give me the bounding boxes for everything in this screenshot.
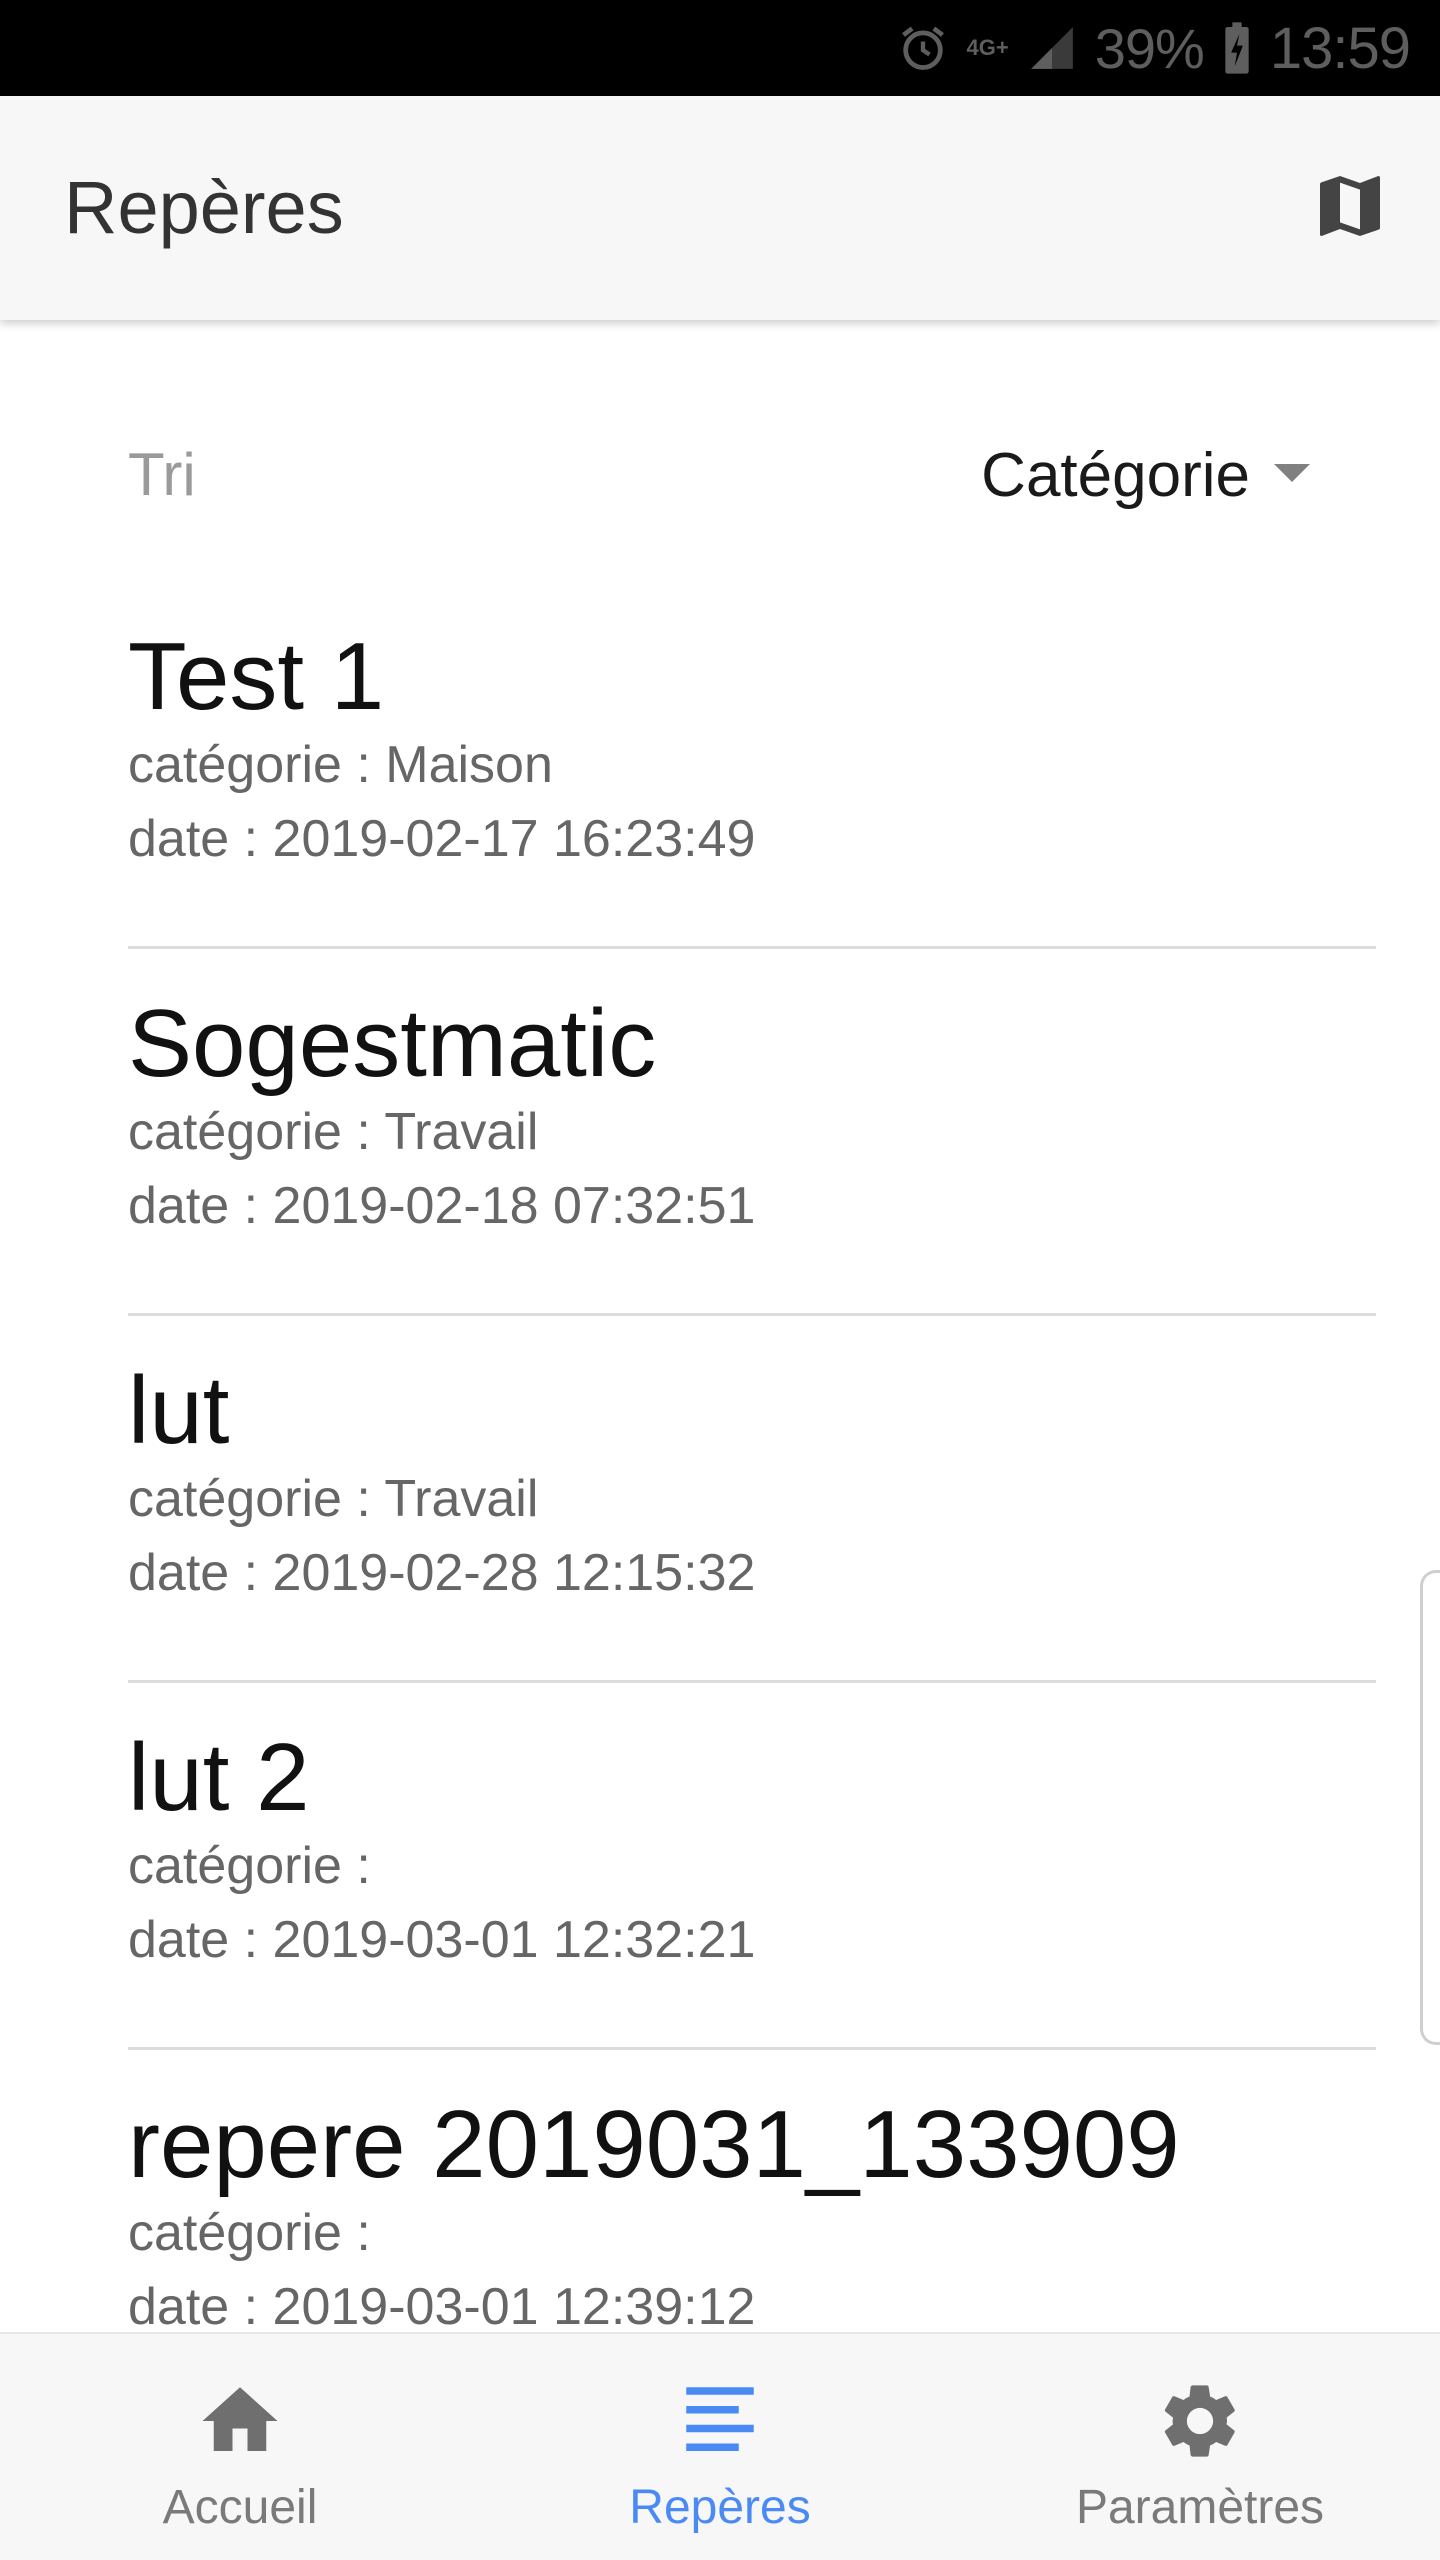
alarm-icon <box>897 22 949 74</box>
nav-item-accueil[interactable]: Accueil <box>0 2334 480 2560</box>
item-title: Sogestmatic <box>128 990 657 1097</box>
nav-item-reperes[interactable]: Repères <box>480 2334 960 2560</box>
battery-charging-icon <box>1222 20 1252 76</box>
sort-row: Tri Catégorie <box>128 430 1312 520</box>
nav-label: Paramètres <box>1075 2481 1325 2534</box>
item-title: repere 2019031_133909 <box>128 2091 1180 2198</box>
list-item[interactable]: repere 2019031_133909 catégorie : date :… <box>128 2050 1376 2332</box>
home-icon <box>195 2376 285 2471</box>
item-category: catégorie : Travail <box>128 1103 539 1161</box>
list-item[interactable]: lut 2 catégorie : date : 2019-03-01 12:3… <box>128 1683 1376 2050</box>
item-category: catégorie : <box>128 1837 371 1895</box>
signal-icon <box>1027 23 1077 73</box>
sort-selected-value: Catégorie <box>981 440 1250 510</box>
nav-label: Accueil <box>162 2481 318 2534</box>
item-category: catégorie : Travail <box>128 1470 539 1528</box>
map-icon <box>1310 166 1390 251</box>
app-bar: Repères <box>0 96 1440 320</box>
page-title: Repères <box>64 166 344 249</box>
nav-label: Repères <box>629 2481 811 2534</box>
item-title: Test 1 <box>128 623 385 730</box>
item-date: date : 2019-03-01 12:39:12 <box>128 2278 756 2332</box>
item-date: date : 2019-02-18 07:32:51 <box>128 1177 756 1235</box>
status-bar: 4G+ 39% 13:59 <box>0 0 1440 96</box>
bottom-navigation: Accueil Repères Paramètres <box>0 2332 1440 2560</box>
item-title: lut <box>128 1357 230 1464</box>
sort-label: Tri <box>128 441 196 508</box>
network-type-label: 4G+ <box>966 35 1009 60</box>
item-date: date : 2019-02-17 16:23:49 <box>128 810 756 868</box>
item-title: lut 2 <box>128 1724 310 1831</box>
repere-list: Test 1 catégorie : Maison date : 2019-02… <box>128 582 1376 2332</box>
battery-percent: 39% <box>1094 16 1205 80</box>
clock: 13:59 <box>1269 15 1411 81</box>
dropdown-arrow-icon <box>1272 461 1312 490</box>
status-icons: 4G+ 39% 13:59 <box>897 0 1411 96</box>
list-icon <box>675 2376 765 2471</box>
network-type-icon: 4G+ <box>966 35 1009 60</box>
sort-dropdown[interactable]: Catégorie <box>981 430 1312 520</box>
map-button[interactable] <box>1300 158 1400 258</box>
list-item[interactable]: lut catégorie : Travail date : 2019-02-2… <box>128 1316 1376 1683</box>
list-item[interactable]: Test 1 catégorie : Maison date : 2019-02… <box>128 582 1376 949</box>
item-category: catégorie : <box>128 2204 371 2262</box>
nav-item-parametres[interactable]: Paramètres <box>960 2334 1440 2560</box>
list-item[interactable]: Sogestmatic catégorie : Travail date : 2… <box>128 949 1376 1316</box>
edge-panel-handle[interactable] <box>1420 1570 1440 2045</box>
repere-list-screen: Tri Catégorie Test 1 catégorie : Maison … <box>0 320 1440 2332</box>
gear-icon <box>1155 2376 1245 2471</box>
item-date: date : 2019-02-28 12:15:32 <box>128 1544 756 1602</box>
item-date: date : 2019-03-01 12:32:21 <box>128 1911 756 1969</box>
item-category: catégorie : Maison <box>128 736 553 794</box>
